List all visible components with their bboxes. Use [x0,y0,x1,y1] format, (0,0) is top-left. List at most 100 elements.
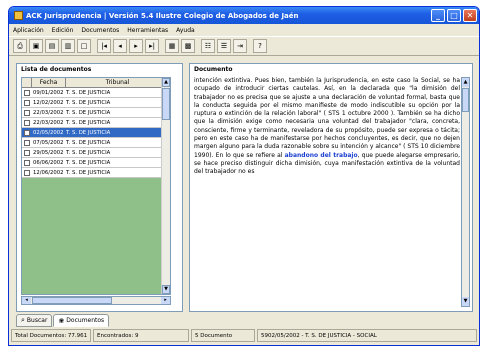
document-highlight[interactable]: abandono del trabajo [285,152,358,159]
prev-icon[interactable]: ◂ [113,39,127,53]
bottom-tabs: ⌕ Buscar ❀ Documentos [16,314,110,327]
save-icon[interactable]: ▤ [45,39,59,53]
table-row[interactable]: 02/05/2002 T. S. DE JUSTICIA [22,128,170,138]
checkbox-column-header [22,78,32,87]
row-date: 09/01/2002 [33,89,64,96]
doc-scroll-thumb[interactable] [462,88,469,112]
help-icon[interactable]: ? [253,39,267,53]
document-text-body: intención extintiva. Pues bien, también … [194,77,460,159]
doc-scroll-up-icon[interactable]: ▲ [462,78,469,87]
menu-documentos[interactable]: Documentos [81,27,119,34]
table-body: 09/01/2002 T. S. DE JUSTICIA 12/02/2002 T. … [22,88,170,178]
status-doc-label: Documento [200,332,233,339]
row-checkbox[interactable] [24,159,30,166]
row-checkbox[interactable] [24,129,30,136]
status-bar: Total Documentos: 77.961 Encontrados: 9 … [11,329,477,342]
row-date: 02/05/2002 [33,129,64,136]
row-court: T. S. DE JUSTICIA [66,119,111,126]
table-icon[interactable]: ▩ [181,39,195,53]
horizontal-scroll-thumb[interactable] [32,297,112,304]
status-doc-value: 5 [195,332,199,339]
row-date: 12/02/2002 [33,99,64,106]
grid-icon[interactable]: ▦ [165,39,179,53]
tab-buscar-label: Buscar [26,317,48,324]
menu-aplicacion[interactable]: Aplicación [13,27,44,34]
list-horizontal-scrollbar[interactable]: ◂ ▸ [21,296,171,305]
tab-buscar[interactable]: ⌕ Buscar [16,314,53,327]
status-doc: 5 Documento [191,329,255,342]
row-checkbox[interactable] [24,139,30,146]
column-header-tribunal[interactable]: Tribunal [66,78,170,87]
row-checkbox[interactable] [24,119,30,126]
table-row[interactable]: 22/03/2002 T. S. DE JUSTICIA [22,108,170,118]
blank-icon[interactable]: □ [77,39,91,53]
columns-icon[interactable]: ☰ [217,39,231,53]
table-row[interactable]: 12/06/2002 T. S. DE JUSTICIA [22,168,170,178]
window-title: ACK Jurisprudencia | Versión 5.4 Ilustre… [26,11,299,20]
status-found-value: 9 [134,332,139,339]
table-row[interactable]: 06/06/2002 T. S. DE JUSTICIA [22,158,170,168]
maximize-button[interactable]: □ [447,9,461,22]
menu-ayuda[interactable]: Ayuda [176,27,195,34]
document-panel: Documento intención extintiva. Pues bien… [189,63,473,312]
doc-scroll-down-icon[interactable]: ▼ [462,297,469,306]
view-icon[interactable]: ▥ [61,39,75,53]
export-icon[interactable]: ⇥ [233,39,247,53]
document-list-title: Lista de documentos [21,66,92,73]
app-icon [14,11,23,20]
tab-documentos-label: Documentos [66,317,105,324]
menu-bar: Aplicación Edición Documentos Herramient… [9,24,479,36]
first-icon[interactable]: |◂ [97,39,111,53]
row-checkbox[interactable] [24,169,30,176]
next-icon[interactable]: ▸ [129,39,143,53]
row-court: T. S. DE JUSTICIA [66,89,111,96]
row-checkbox[interactable] [24,109,30,116]
scroll-right-icon[interactable]: ▸ [161,297,170,304]
document-text[interactable]: intención extintiva. Pues bien, también … [194,77,460,307]
document-table: Fecha Tribunal 09/01/2002 T. S. DE JUSTIC… [21,77,171,295]
toolbar: ⎙ ▣ ▤ ▥ □ |◂ ◂ ▸ ▸| ▦ ▩ ☷ ☰ ⇥ ? [9,36,479,56]
row-date: 12/06/2002 [33,169,64,176]
row-checkbox[interactable] [24,89,30,96]
tab-documentos[interactable]: ❀ Documentos [53,314,110,327]
list-icon[interactable]: ☷ [201,39,215,53]
table-row[interactable]: 07/05/2002 T. S. DE JUSTICIA [22,138,170,148]
status-total: Total Documentos: 77.961 [11,329,91,342]
row-court: T. S. DE JUSTICIA [66,99,111,106]
document-vertical-scrollbar[interactable]: ▲ ▼ [461,77,470,307]
row-court: T. S. DE JUSTICIA [66,109,111,116]
row-date: 06/06/2002 [33,159,64,166]
scroll-left-icon[interactable]: ◂ [22,297,31,304]
row-checkbox[interactable] [24,99,30,106]
list-vertical-scrollbar[interactable]: ▲ ▼ [161,78,170,294]
search-icon: ⌕ [21,316,25,324]
status-total-value: 77.961 [67,332,88,339]
row-date: 22/03/2002 [33,109,64,116]
table-row[interactable]: 22/03/2002 T. S. DE JUSTICIA [22,118,170,128]
minimize-button[interactable]: _ [431,9,445,22]
column-header-fecha[interactable]: Fecha [32,78,66,87]
table-header: Fecha Tribunal [22,78,170,88]
scroll-down-icon[interactable]: ▼ [162,285,170,294]
scroll-up-icon[interactable]: ▲ [162,78,170,87]
close-button[interactable]: ✕ [463,9,477,22]
scroll-thumb[interactable] [162,88,170,120]
table-row[interactable]: 29/05/2002 T. S. DE JUSTICIA [22,148,170,158]
document-title: Documento [194,66,233,73]
print-icon[interactable]: ⎙ [13,39,27,53]
menu-herramientas[interactable]: Herramientas [127,27,168,34]
menu-edicion[interactable]: Edición [52,27,74,34]
status-total-label: Total Documentos: [15,332,67,339]
title-bar[interactable]: ACK Jurisprudencia | Versión 5.4 Ilustre… [9,7,479,24]
row-checkbox[interactable] [24,149,30,156]
row-date: 22/03/2002 [33,119,64,126]
row-court: T. S. DE JUSTICIA [66,159,111,166]
copy-icon[interactable]: ▣ [29,39,43,53]
table-row[interactable]: 12/02/2002 T. S. DE JUSTICIA [22,98,170,108]
app-window: ACK Jurisprudencia | Versión 5.4 Ilustre… [8,6,480,346]
table-row[interactable]: 09/01/2002 T. S. DE JUSTICIA [22,88,170,98]
row-court: T. S. DE JUSTICIA [66,129,111,136]
last-icon[interactable]: ▸| [145,39,159,53]
status-doc-info: 5902/05/2002 - T. S. DE JUSTICIA - SOCIA… [257,329,477,342]
status-found-label: Encontrados: [97,332,134,339]
